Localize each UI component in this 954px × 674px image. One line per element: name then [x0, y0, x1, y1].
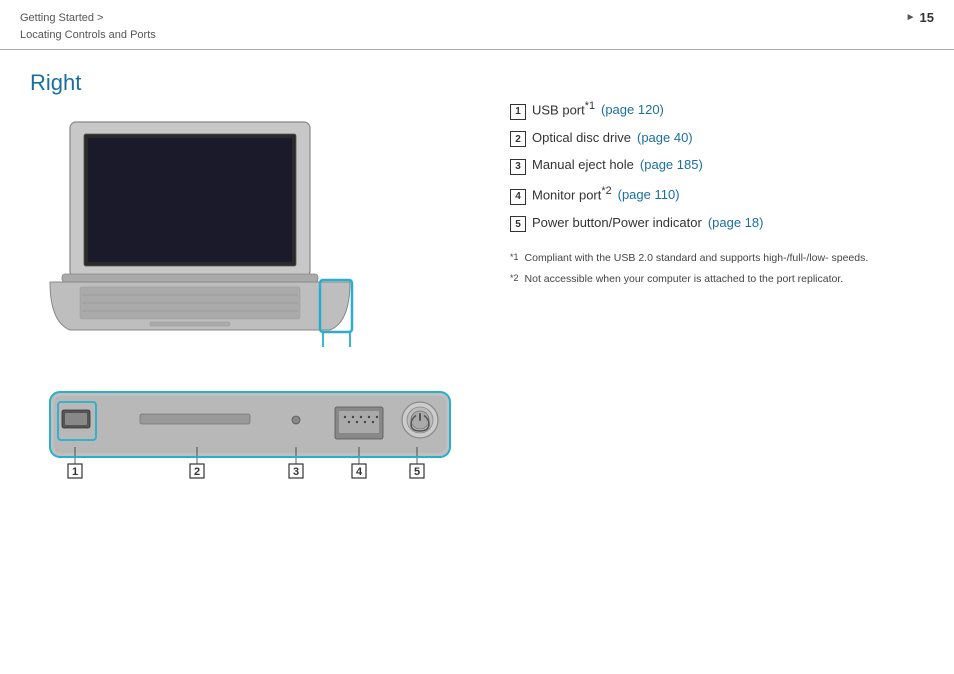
list-item: 4 Monitor port*2 (page 110) — [510, 185, 924, 205]
svg-text:2: 2 — [194, 466, 200, 478]
item-text-2: Optical disc drive — [532, 130, 631, 145]
svg-text:5: 5 — [414, 466, 420, 478]
page-header: Getting Started > Locating Controls and … — [0, 0, 954, 50]
item-list: 1 USB port*1 (page 120) 2 Optical disc d… — [510, 100, 924, 232]
laptop-svg — [40, 112, 360, 352]
item-text-4: Monitor port*2 — [532, 185, 612, 202]
list-item: 1 USB port*1 (page 120) — [510, 100, 924, 120]
item-number-5: 5 — [510, 216, 526, 232]
page-title: Right — [30, 70, 490, 96]
arrow-icon: ► — [906, 12, 916, 23]
item-number-4: 4 — [510, 189, 526, 205]
item-text-1: USB port*1 — [532, 100, 595, 117]
item-number-1: 1 — [510, 104, 526, 120]
item-link-1[interactable]: (page 120) — [601, 102, 664, 117]
laptop-illustration — [40, 112, 380, 372]
item-text-3: Manual eject hole — [532, 157, 634, 172]
bottom-panel-diagram: 1 2 3 4 5 — [40, 382, 490, 495]
footnote-2: *2 Not accessible when your computer is … — [510, 271, 924, 288]
main-content: Right — [0, 50, 954, 515]
svg-text:1: 1 — [72, 466, 78, 478]
item-number-2: 2 — [510, 131, 526, 147]
footnote-text-1: Compliant with the USB 2.0 standard and … — [525, 250, 869, 267]
footnote-text-2: Not accessible when your computer is att… — [525, 271, 844, 288]
breadcrumb: Getting Started > Locating Controls and … — [20, 10, 156, 43]
svg-text:3: 3 — [293, 466, 299, 478]
footnotes: *1 Compliant with the USB 2.0 standard a… — [510, 250, 924, 288]
item-link-2[interactable]: (page 40) — [637, 130, 693, 145]
svg-text:4: 4 — [356, 466, 363, 478]
item-text-5: Power button/Power indicator — [532, 215, 702, 230]
item-number-3: 3 — [510, 159, 526, 175]
list-item: 3 Manual eject hole (page 185) — [510, 157, 924, 175]
footnote-1: *1 Compliant with the USB 2.0 standard a… — [510, 250, 924, 267]
right-section: 1 USB port*1 (page 120) 2 Optical disc d… — [510, 70, 924, 495]
item-link-5[interactable]: (page 18) — [708, 215, 764, 230]
list-item: 5 Power button/Power indicator (page 18) — [510, 215, 924, 233]
item-link-3[interactable]: (page 185) — [640, 157, 703, 172]
list-item: 2 Optical disc drive (page 40) — [510, 130, 924, 148]
panel-svg: 1 2 3 4 5 — [40, 382, 460, 492]
footnote-mark-1: *1 — [510, 250, 519, 267]
footnote-mark-2: *2 — [510, 271, 519, 288]
item-link-4[interactable]: (page 110) — [618, 187, 680, 202]
page-number: ► 15 — [906, 10, 934, 25]
left-section: Right — [30, 70, 490, 495]
